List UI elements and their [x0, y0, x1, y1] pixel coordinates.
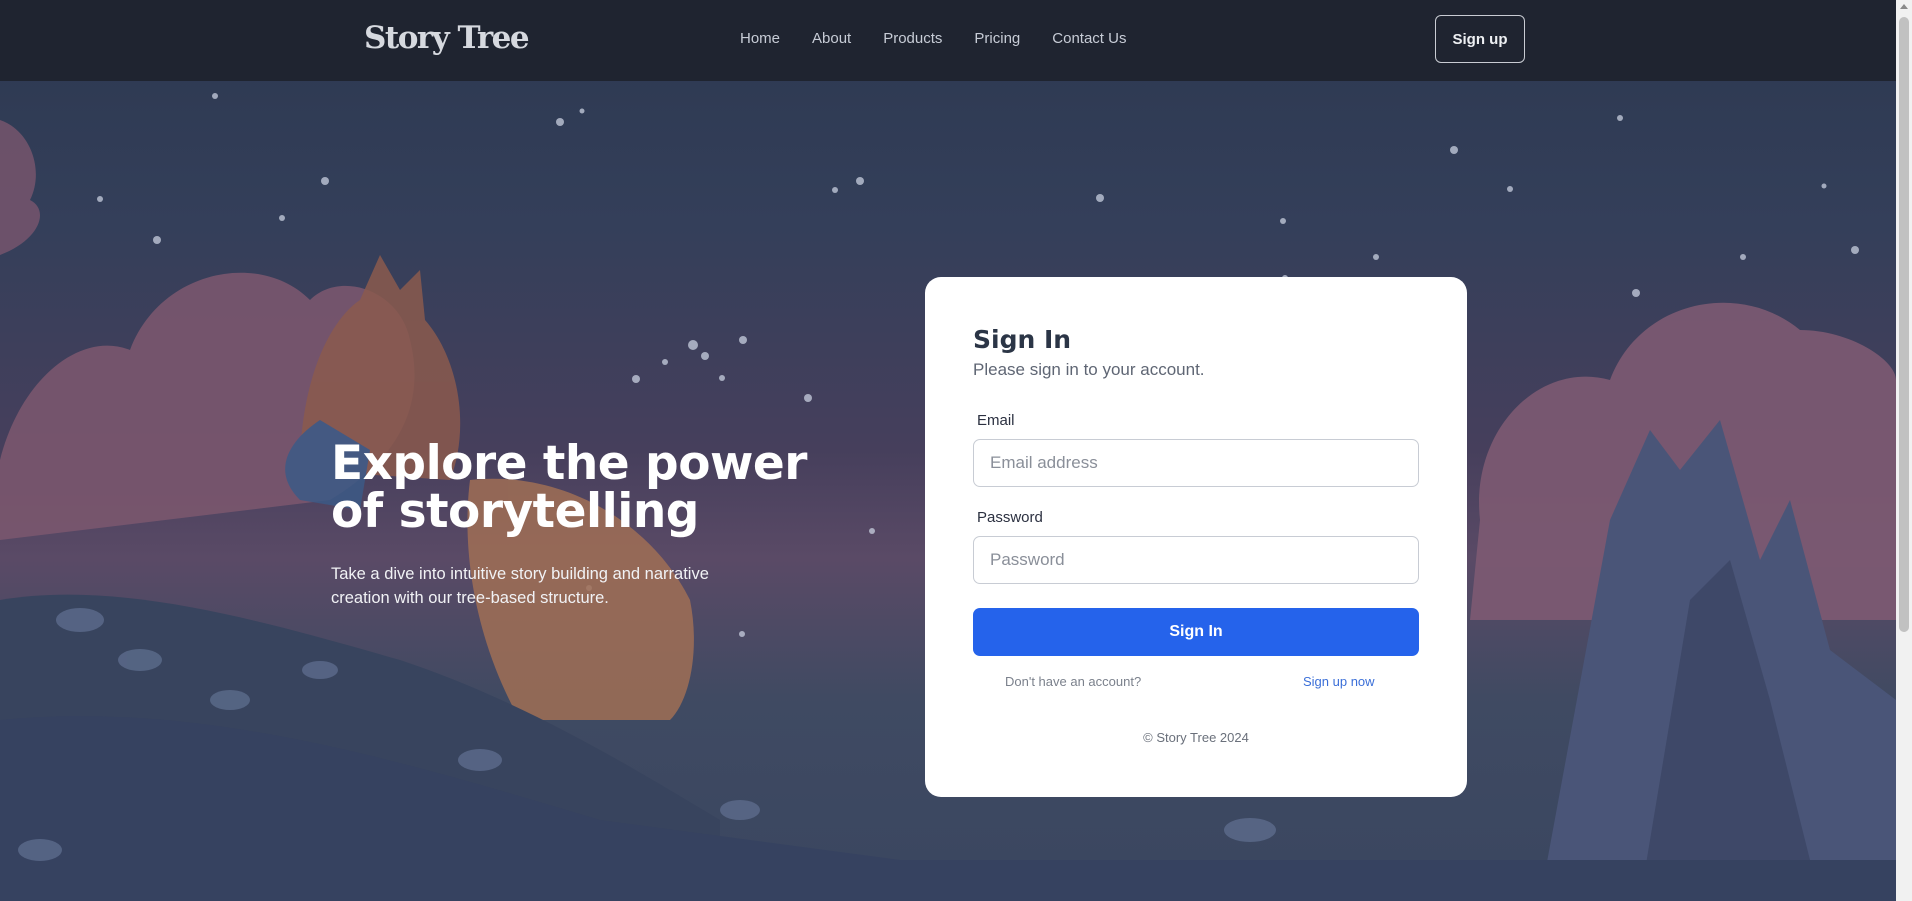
signup-now-link[interactable]: Sign up now — [1303, 674, 1375, 689]
nav-links: Home About Products Pricing Contact Us — [740, 30, 1158, 47]
signup-button[interactable]: Sign up — [1435, 15, 1525, 63]
password-label: Password — [977, 509, 1043, 526]
password-input[interactable] — [973, 536, 1419, 584]
signin-card: Sign In Please sign in to your account. … — [925, 277, 1467, 797]
vertical-scrollbar[interactable] — [1896, 0, 1912, 901]
email-input[interactable] — [973, 439, 1419, 487]
nav-link-pricing[interactable]: Pricing — [974, 30, 1020, 47]
top-navbar: Story Tree Home About Products Pricing C… — [0, 0, 1896, 81]
email-label: Email — [977, 412, 1015, 429]
hero-subtitle: Take a dive into intuitive story buildin… — [331, 565, 709, 607]
signup-prompt: Don't have an account? Sign up now — [973, 674, 1419, 692]
signin-title: Sign In — [973, 325, 1072, 354]
no-account-text: Don't have an account? — [1005, 674, 1142, 689]
signin-subtitle: Please sign in to your account. — [973, 360, 1205, 379]
hero-section: Explore the power of storytelling Take a… — [331, 440, 811, 610]
site-logo[interactable]: Story Tree — [364, 20, 530, 56]
scroll-thumb[interactable] — [1899, 17, 1909, 632]
scroll-up-arrow-icon[interactable] — [1900, 4, 1908, 9]
nav-link-contact[interactable]: Contact Us — [1052, 30, 1126, 47]
signin-submit-button[interactable]: Sign In — [973, 608, 1419, 656]
nav-link-home[interactable]: Home — [740, 30, 780, 47]
nav-link-products[interactable]: Products — [883, 30, 942, 47]
nav-link-about[interactable]: About — [812, 30, 851, 47]
copyright-text: © Story Tree 2024 — [1143, 730, 1249, 745]
hero-title: Explore the power of storytelling — [331, 436, 807, 539]
